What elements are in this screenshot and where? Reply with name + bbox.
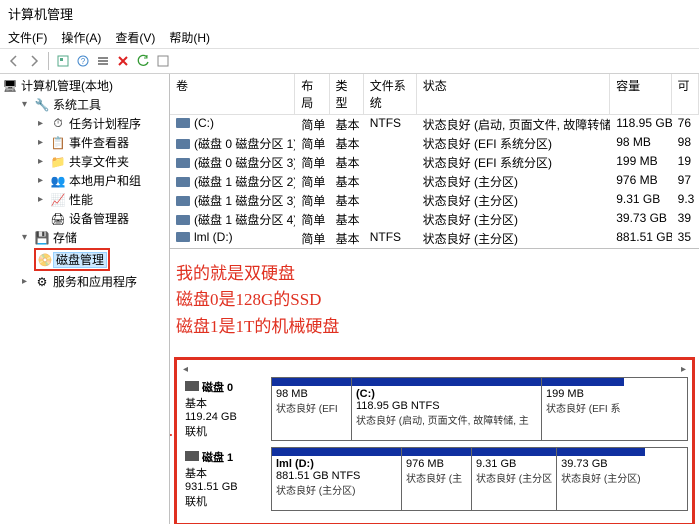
volume-row[interactable]: (磁盘 0 磁盘分区 1)简单基本状态良好 (EFI 系统分区)98 MB98 [170, 134, 699, 153]
volume-row[interactable]: (磁盘 1 磁盘分区 2)简单基本状态良好 (主分区)976 MB97 [170, 172, 699, 191]
tree-performance[interactable]: ▸📈性能 [2, 190, 167, 209]
volume-row[interactable]: lml (D:)简单基本NTFS状态良好 (主分区)881.51 GB35 [170, 229, 699, 248]
volume-icon [176, 139, 190, 149]
menu-file[interactable]: 文件(F) [8, 29, 47, 46]
tree-panel: 🖥计算机管理(本地) ▾🔧系统工具 ▸⏱任务计划程序 ▸📋事件查看器 ▸📁共享文… [0, 74, 170, 524]
disk-info[interactable]: 磁盘 0基本119.24 GB联机 [181, 377, 271, 441]
volume-list: 卷 布局 类型 文件系统 状态 容量 可 (C:)简单基本NTFS状态良好 (启… [170, 74, 699, 249]
disk-row: 磁盘 0基本119.24 GB联机98 MB状态良好 (EFI(C:)118.9… [181, 377, 688, 441]
partition[interactable]: 976 MB状态良好 (主 [402, 448, 472, 510]
scroll-right-icon[interactable]: ▸ [681, 364, 686, 375]
menubar: 文件(F) 操作(A) 查看(V) 帮助(H) [0, 27, 699, 49]
collapse-icon[interactable]: ▾ [18, 231, 31, 244]
partition[interactable]: 199 MB状态良好 (EFI 系 [542, 378, 624, 440]
tree-event-viewer[interactable]: ▸📋事件查看器 [2, 133, 167, 152]
expand-icon[interactable]: ▸ [18, 275, 31, 288]
disk-row: 磁盘 1基本931.51 GB联机lml (D:)881.51 GB NTFS状… [181, 447, 688, 511]
back-icon[interactable] [6, 53, 22, 69]
list-icon[interactable] [95, 53, 111, 69]
col-fs: 文件系统 [364, 74, 417, 114]
volume-icon [176, 177, 190, 187]
disk-graphical-view: ◂ ▸ 磁盘 0基本119.24 GB联机98 MB状态良好 (EFI(C:)11… [174, 357, 695, 524]
volume-icon [176, 215, 190, 225]
settings-icon[interactable] [155, 53, 171, 69]
tree-task-scheduler[interactable]: ▸⏱任务计划程序 [2, 114, 167, 133]
menu-operate[interactable]: 操作(A) [61, 29, 101, 46]
annotation-main: 我的就是双硬盘 磁盘0是128G的SSD 磁盘1是1T的机械硬盘 [176, 261, 339, 340]
tree-system-tools[interactable]: ▾🔧系统工具 [2, 95, 167, 114]
col-capacity: 容量 [610, 74, 671, 114]
disk-icon [185, 381, 199, 391]
toolbar-divider [48, 52, 49, 70]
scroll-left-icon[interactable]: ◂ [183, 364, 188, 375]
collapse-icon[interactable]: ▾ [18, 98, 31, 111]
partition[interactable]: 98 MB状态良好 (EFI [272, 378, 352, 440]
col-layout: 布局 [295, 74, 329, 114]
delete-icon[interactable] [115, 53, 131, 69]
expand-icon[interactable]: ▸ [34, 155, 47, 168]
menu-view[interactable]: 查看(V) [115, 29, 155, 46]
col-type: 类型 [330, 74, 364, 114]
disk-info[interactable]: 磁盘 1基本931.51 GB联机 [181, 447, 271, 511]
partition[interactable]: (C:)118.95 GB NTFS状态良好 (启动, 页面文件, 故障转储, … [352, 378, 542, 440]
partition[interactable]: 9.31 GB状态良好 (主分区 [472, 448, 557, 510]
tree-shared-folders[interactable]: ▸📁共享文件夹 [2, 152, 167, 171]
tree-local-users[interactable]: ▸👥本地用户和组 [2, 171, 167, 190]
volume-row[interactable]: (磁盘 1 磁盘分区 3)简单基本状态良好 (主分区)9.31 GB9.3 [170, 191, 699, 210]
volume-icon [176, 196, 190, 206]
partition[interactable]: 39.73 GB状态良好 (主分区) [557, 448, 644, 510]
disk-icon [185, 451, 199, 461]
refresh-icon[interactable] [135, 53, 151, 69]
volume-icon [176, 158, 190, 168]
help-icon[interactable]: ? [75, 53, 91, 69]
svg-text:?: ? [81, 57, 86, 66]
volume-header[interactable]: 卷 布局 类型 文件系统 状态 容量 可 [170, 74, 699, 115]
properties-icon[interactable] [55, 53, 71, 69]
partition[interactable]: lml (D:)881.51 GB NTFS状态良好 (主分区) [272, 448, 402, 510]
tree-storage[interactable]: ▾💾存储 [2, 228, 167, 247]
col-available: 可 [672, 74, 699, 114]
volume-icon [176, 232, 190, 242]
tree-root[interactable]: 🖥计算机管理(本地) [2, 76, 167, 95]
expand-icon[interactable]: ▸ [34, 174, 47, 187]
col-status: 状态 [417, 74, 610, 114]
col-volume: 卷 [170, 74, 295, 114]
menu-help[interactable]: 帮助(H) [169, 29, 210, 46]
forward-icon[interactable] [26, 53, 42, 69]
expand-icon[interactable]: ▸ [34, 136, 47, 149]
expand-icon[interactable]: ▸ [34, 193, 47, 206]
expand-icon[interactable]: ▸ [34, 117, 47, 130]
volume-icon [176, 118, 190, 128]
volume-row[interactable]: (磁盘 0 磁盘分区 3)简单基本状态良好 (EFI 系统分区)199 MB19 [170, 153, 699, 172]
toolbar: ? [0, 49, 699, 74]
tree-services[interactable]: ▸⚙服务和应用程序 [2, 272, 167, 291]
tree-device-manager[interactable]: 🖨设备管理器 [2, 209, 167, 228]
tree-disk-management[interactable]: 📀磁盘管理 [2, 247, 167, 272]
window-title: 计算机管理 [0, 0, 699, 27]
volume-row[interactable]: (磁盘 1 磁盘分区 4)简单基本状态良好 (主分区)39.73 GB39 [170, 210, 699, 229]
volume-row[interactable]: (C:)简单基本NTFS状态良好 (启动, 页面文件, 故障转储, 主分区)11… [170, 115, 699, 134]
